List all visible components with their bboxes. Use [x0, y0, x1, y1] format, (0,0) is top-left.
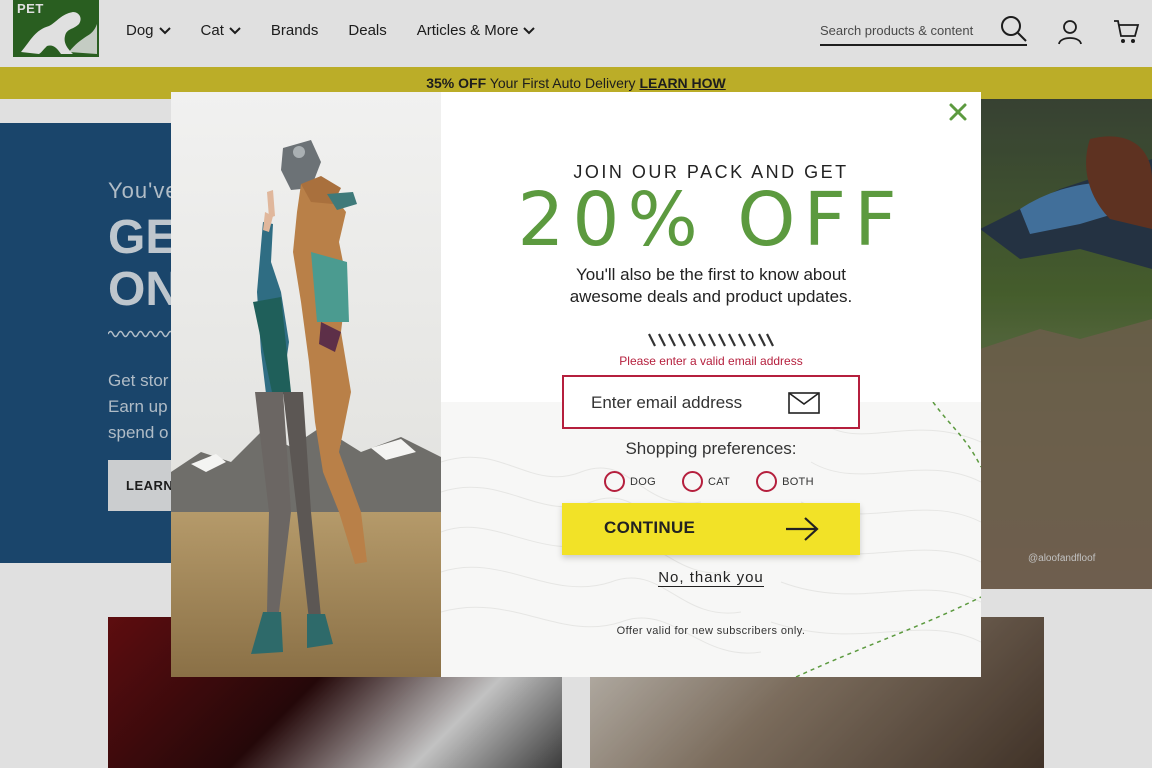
modal-photo — [171, 92, 441, 677]
radio-circle[interactable] — [604, 471, 625, 492]
modal-headline: 20% OFF — [517, 177, 905, 263]
modal-content: JOIN OUR PACK AND GET 20% OFF You'll als… — [441, 92, 981, 677]
radio-both[interactable]: BOTH — [756, 471, 814, 492]
fine-print: Offer valid for new subscribers only. — [616, 625, 806, 637]
email-error-message: Please enter a valid email address — [619, 354, 803, 368]
radio-label: BOTH — [782, 475, 814, 488]
continue-label: CONTINUE — [604, 518, 696, 537]
radio-cat[interactable]: CAT — [681, 471, 731, 492]
radio-circle[interactable] — [756, 471, 778, 492]
radio-circle[interactable] — [681, 471, 703, 492]
email-field-wrapper — [562, 375, 860, 429]
radio-label: CAT — [707, 475, 731, 488]
wave-divider-icon — [648, 333, 774, 347]
radio-label: DOG — [630, 475, 656, 488]
modal-subtitle-line: You'll also be the first to know about — [575, 265, 847, 284]
signup-modal: JOIN OUR PACK AND GET 20% OFF You'll als… — [171, 92, 981, 677]
woman-and-dog-photo-icon — [171, 92, 441, 677]
radio-dog[interactable]: DOG — [604, 471, 656, 492]
modal-subtitle-line: awesome deals and product updates. — [569, 287, 853, 306]
continue-button[interactable]: CONTINUE — [562, 503, 860, 555]
mail-icon — [788, 392, 820, 414]
preferences-radio-group: DOG CAT BOTH — [604, 471, 840, 492]
email-field[interactable] — [591, 391, 791, 415]
modal-subtitle: You'll also be the first to know about a… — [511, 264, 911, 308]
preferences-label: Shopping preferences: — [625, 439, 797, 458]
close-icon[interactable] — [947, 101, 969, 123]
arrow-right-icon — [786, 517, 819, 541]
no-thanks-link[interactable]: No, thank you — [658, 569, 764, 587]
no-thanks-link-wrapper: No, thank you — [441, 569, 981, 587]
